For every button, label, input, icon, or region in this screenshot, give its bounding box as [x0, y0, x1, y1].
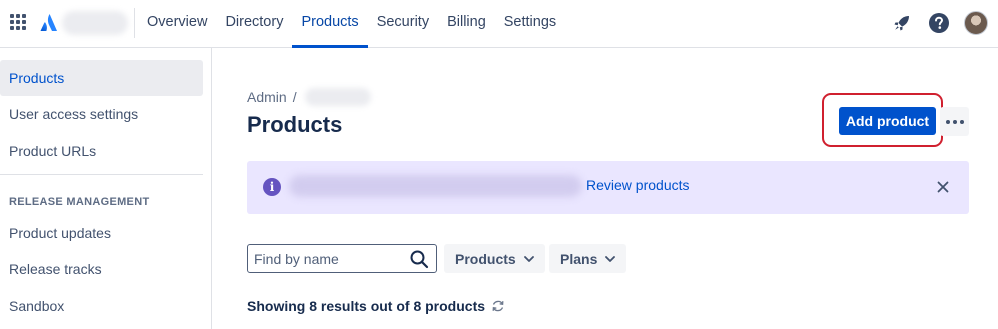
sidebar-item-sandbox[interactable]: Sandbox: [0, 288, 203, 324]
user-avatar[interactable]: [964, 11, 988, 35]
sidebar-divider: [0, 174, 203, 175]
atlassian-logo-icon[interactable]: [40, 13, 58, 33]
plans-filter-dropdown[interactable]: Plans: [549, 244, 627, 273]
results-text: Showing 8 results out of 8 products: [247, 298, 486, 314]
breadcrumb-admin-link[interactable]: Admin: [247, 89, 287, 105]
more-icon: [945, 119, 950, 124]
help-icon[interactable]: [927, 11, 951, 35]
products-filter-dropdown[interactable]: Products: [444, 244, 545, 273]
banner-message-redacted: [289, 175, 582, 197]
search-input[interactable]: [254, 249, 404, 268]
chevron-down-icon: [605, 255, 616, 262]
breadcrumb-organization-redacted[interactable]: [304, 88, 371, 106]
sidebar-item-product-updates[interactable]: Product updates: [0, 215, 203, 251]
sidebar-section-heading: RELEASE MANAGEMENT: [9, 196, 150, 208]
info-icon: i: [263, 178, 281, 196]
more-actions-button[interactable]: [940, 107, 969, 136]
plans-filter-label: Plans: [560, 250, 598, 267]
breadcrumb: Admin /: [247, 88, 371, 106]
search-icon[interactable]: [409, 249, 429, 269]
search-field[interactable]: [247, 244, 437, 273]
tab-security[interactable]: Security: [368, 0, 438, 48]
nav-tabs: Overview Directory Products Security Bil…: [138, 0, 565, 48]
tab-billing[interactable]: Billing: [438, 0, 495, 48]
tab-directory[interactable]: Directory: [216, 0, 292, 48]
top-navigation: Overview Directory Products Security Bil…: [0, 0, 998, 48]
close-icon[interactable]: [934, 178, 952, 196]
breadcrumb-separator: /: [292, 89, 297, 105]
page-title: Products: [247, 112, 343, 137]
organization-name-redacted: [62, 11, 128, 35]
sidebar: Products User access settings Product UR…: [0, 48, 212, 329]
chevron-down-icon: [523, 255, 534, 262]
sidebar-item-products[interactable]: Products: [0, 60, 203, 96]
tab-settings[interactable]: Settings: [495, 0, 565, 48]
nav-right-actions: [890, 11, 988, 35]
products-filter-label: Products: [455, 250, 516, 267]
rocket-icon[interactable]: [890, 11, 914, 35]
nav-divider: [134, 8, 135, 38]
review-products-link[interactable]: Review products: [586, 177, 690, 193]
sidebar-item-user-access-settings[interactable]: User access settings: [0, 96, 203, 132]
sidebar-item-release-tracks[interactable]: Release tracks: [0, 251, 203, 287]
results-summary: Showing 8 results out of 8 products: [247, 298, 505, 314]
app-switcher-icon[interactable]: [10, 14, 26, 30]
add-product-button[interactable]: Add product: [839, 107, 936, 135]
tab-products[interactable]: Products: [292, 0, 368, 48]
tab-overview[interactable]: Overview: [138, 0, 216, 48]
refresh-icon[interactable]: [491, 299, 505, 313]
sidebar-item-product-urls[interactable]: Product URLs: [0, 133, 203, 169]
info-banner: i Review products: [247, 161, 969, 214]
